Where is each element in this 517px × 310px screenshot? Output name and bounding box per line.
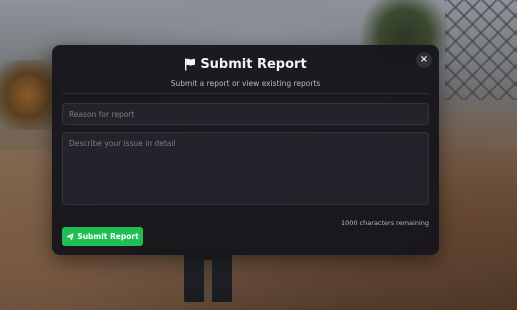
submit-report-button[interactable]: Submit Report	[62, 227, 143, 246]
modal-title-row: Submit Report	[184, 55, 307, 73]
background-player-character	[184, 250, 232, 302]
modal-header: Submit Report Submit a report or view ex…	[52, 55, 439, 88]
characters-remaining: 1000 characters remaining	[340, 219, 429, 227]
details-textarea[interactable]	[62, 132, 429, 205]
flag-icon	[185, 58, 196, 70]
modal-subtitle: Submit a report or view existing reports	[170, 78, 321, 88]
send-icon	[66, 232, 74, 241]
reason-input[interactable]	[62, 103, 429, 125]
report-modal: × Submit Report Submit a report or view …	[52, 45, 439, 255]
header-divider	[62, 93, 429, 94]
game-background: × Submit Report Submit a report or view …	[0, 0, 517, 310]
modal-title: Submit Report	[200, 56, 307, 72]
background-metal-structure	[445, 0, 517, 100]
submit-button-label: Submit Report	[77, 232, 139, 241]
